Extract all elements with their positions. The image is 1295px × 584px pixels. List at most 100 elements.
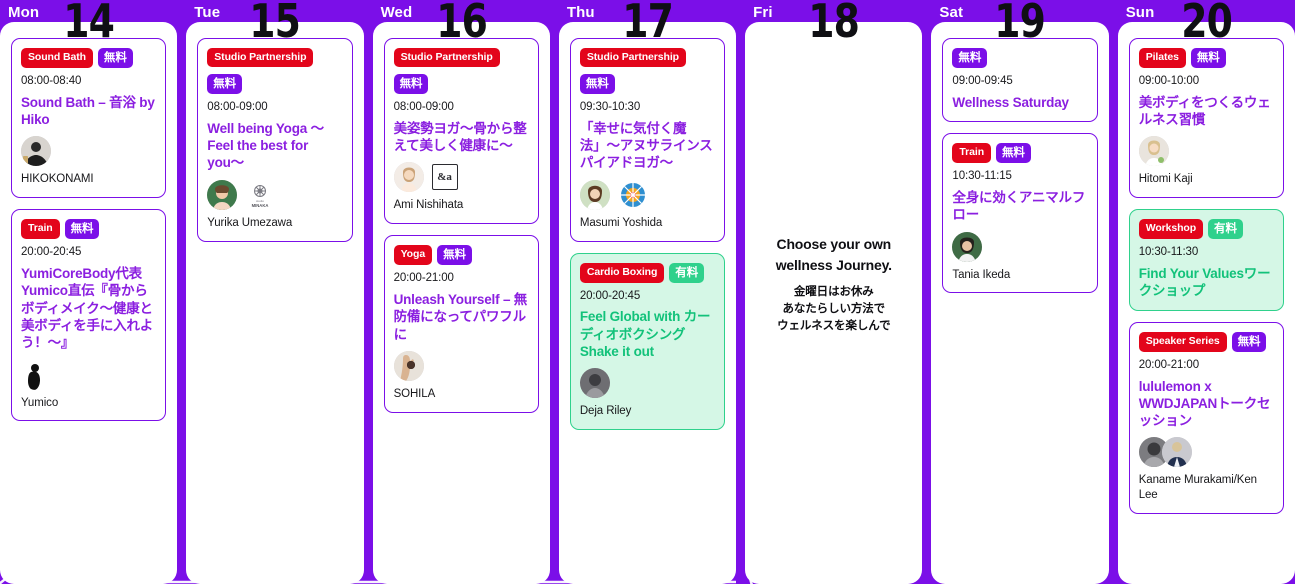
badge-group: Train 無料 (21, 219, 156, 240)
event-card[interactable]: Pilates 無料 09:00-10:00 美ボディをつくるウェルネス習慣 H… (1128, 38, 1284, 199)
day-panel-fri: Choose your own wellness Journey. 金曜日はお休… (745, 22, 923, 584)
price-badge: 有料 (669, 262, 705, 283)
price-badge: 無料 (393, 74, 429, 95)
price-badge: 無料 (97, 48, 133, 69)
category-badge: Speaker Series (1138, 331, 1227, 352)
event-time: 20:00-21:00 (393, 272, 454, 285)
event-card[interactable]: Cardio Boxing 有料 20:00-20:45 Feel Global… (569, 252, 726, 431)
instructor-avatar (579, 368, 610, 399)
category-badge: Studio Partnership (579, 48, 686, 68)
event-title: lululemon x WWDJAPANトークセッション (1138, 378, 1271, 429)
event-card[interactable]: 無料 09:00-09:45 Wellness Saturday (942, 38, 1098, 123)
day-column-fri: Fri 18 Choose your own wellness Journey.… (745, 0, 923, 584)
badge-group: 無料 (579, 74, 715, 95)
event-time: 20:00-21:00 (1138, 358, 1199, 371)
instructor-avatar (1138, 136, 1169, 167)
day-column-tue: Tue 15 Studio Partnership 無料 08:00-09:00… (186, 0, 364, 584)
price-badge: 無料 (952, 48, 988, 69)
instructor-avatar (393, 162, 424, 193)
avatar-group (393, 351, 529, 381)
category-badge: Train (21, 219, 60, 240)
event-card[interactable]: Studio Partnership 無料 08:00-09:00 Well b… (197, 38, 353, 242)
day-name-sat: Sat (939, 4, 964, 21)
rest-day-line-3: ウェルネスを楽しんで (777, 320, 891, 333)
day-panel-thu: Studio Partnership 無料 09:30-10:30 「幸せに気付… (558, 22, 737, 584)
badge-group: Yoga 無料 (393, 245, 529, 266)
day-column-sun: Sun 20 Pilates 無料 09:00-10:00 美ボディをつくるウェ… (1117, 0, 1295, 584)
event-title: Wellness Saturday (952, 94, 1069, 110)
category-badge: Sound Bath (21, 48, 93, 69)
event-title: 美ボディをつくるウェルネス習慣 (1138, 94, 1271, 128)
event-time: 08:00-09:00 (393, 101, 454, 114)
avatar-group (1138, 136, 1274, 167)
price-badge: 無料 (64, 219, 100, 240)
day-panel-sun: Pilates 無料 09:00-10:00 美ボディをつくるウェルネス習慣 H… (1117, 22, 1295, 584)
badge-group: Train 無料 (952, 143, 1087, 164)
event-card[interactable]: Sound Bath 無料 08:00-08:40 Sound Bath – 音… (11, 38, 167, 199)
avatar-group (21, 136, 156, 167)
event-time: 08:00-08:40 (21, 75, 82, 88)
event-title: 美姿勢ヨガ〜骨から整えて美しく健康に〜 (393, 120, 527, 154)
event-time: 10:30-11:15 (952, 170, 1012, 183)
event-title: Sound Bath – 音浴 by Hiko (21, 94, 155, 128)
badge-group: Studio Partnership (393, 48, 529, 68)
instructor-avatar (21, 359, 51, 390)
event-title: YumiCoreBody代表Yumico直伝『骨からボディメイク〜健康と美ボディ… (21, 266, 154, 351)
day-panel-tue: Studio Partnership 無料 08:00-09:00 Well b… (186, 22, 364, 584)
day-name-wed: Wed (380, 4, 413, 21)
instructor-avatar (207, 179, 238, 210)
event-time: 09:00-09:45 (952, 75, 1013, 88)
event-time: 20:00-20:45 (21, 246, 82, 259)
day-name-thu: Thu (566, 4, 595, 21)
price-badge: 無料 (207, 74, 243, 95)
avatar-group (579, 179, 715, 210)
svg-text:MINAKA: MINAKA (252, 203, 269, 208)
instructor-avatar (21, 136, 51, 167)
category-badge: Studio Partnership (207, 48, 314, 68)
badge-group: 無料 (952, 48, 1087, 69)
badge-group: Workshop 有料 (1138, 219, 1274, 240)
avatar-group (579, 368, 715, 399)
category-badge: Pilates (1138, 48, 1186, 69)
event-card[interactable]: Yoga 無料 20:00-21:00 Unleash Yourself – 無… (383, 235, 539, 413)
badge-group: Studio Partnership (579, 48, 715, 68)
instructor-avatar (393, 351, 424, 381)
week-calendar: Mon 14 Sound Bath 無料 08:00-08:40 Sound B… (0, 0, 1295, 584)
badge-group: Pilates 無料 (1138, 48, 1274, 69)
price-badge: 有料 (1208, 219, 1243, 240)
day-column-mon: Mon 14 Sound Bath 無料 08:00-08:40 Sound B… (0, 0, 178, 584)
day-panel-wed: Studio Partnership 無料 08:00-09:00 美姿勢ヨガ〜… (372, 22, 550, 584)
event-card[interactable]: Train 無料 20:00-20:45 YumiCoreBody代表Yumic… (11, 209, 167, 422)
event-card[interactable]: Studio Partnership 無料 08:00-09:00 美姿勢ヨガ〜… (383, 38, 539, 225)
category-badge: Train (952, 143, 992, 164)
anusara-logo (618, 180, 648, 210)
event-title: Unleash Yourself – 無防備になってパワフルに (393, 292, 528, 342)
and-a-logo: &a (431, 164, 458, 191)
rest-day-message: Choose your own wellness Journey. 金曜日はお休… (756, 38, 911, 572)
event-card[interactable]: Speaker Series 無料 20:00-21:00 lululemon … (1128, 321, 1284, 515)
avatar-group (21, 359, 156, 390)
instructor-name: Tania Ikeda (952, 268, 1011, 281)
event-title: Well being Yoga 〜Feel the best for you〜 (207, 120, 324, 171)
event-card[interactable]: Studio Partnership 無料 09:30-10:30 「幸せに気付… (569, 38, 726, 242)
badge-group: 無料 (207, 74, 342, 95)
event-title: 「幸せに気付く魔法」〜アヌサラインスパイアドヨガ〜 (579, 120, 713, 171)
day-panel-mon: Sound Bath 無料 08:00-08:40 Sound Bath – 音… (0, 22, 178, 584)
avatar-group: &a (393, 162, 529, 193)
studio-minaka-logo: studio MINAKA (245, 180, 275, 210)
day-column-sat: Sat 19 無料 09:00-09:45 Wellness Saturday … (931, 0, 1109, 584)
rest-day-line-2: あなたらしい方法で (782, 303, 886, 316)
day-name-sun: Sun (1125, 4, 1155, 21)
instructor-avatar (579, 179, 610, 210)
instructor-avatar (952, 231, 983, 262)
category-badge: Studio Partnership (393, 48, 500, 68)
event-card[interactable]: Workshop 有料 10:30-11:30 Find Your Values… (1128, 209, 1284, 311)
event-time: 10:30-11:30 (1138, 246, 1199, 259)
event-card[interactable]: Train 無料 10:30-11:15 全身に効くアニマルフロー Tania … (942, 133, 1098, 294)
event-time: 20:00-20:45 (579, 289, 641, 302)
instructor-avatar (1161, 437, 1192, 468)
instructor-name: Yumico (21, 396, 59, 409)
category-badge: Cardio Boxing (579, 262, 665, 283)
badge-group: Studio Partnership (207, 48, 342, 68)
price-badge: 無料 (1190, 48, 1226, 69)
